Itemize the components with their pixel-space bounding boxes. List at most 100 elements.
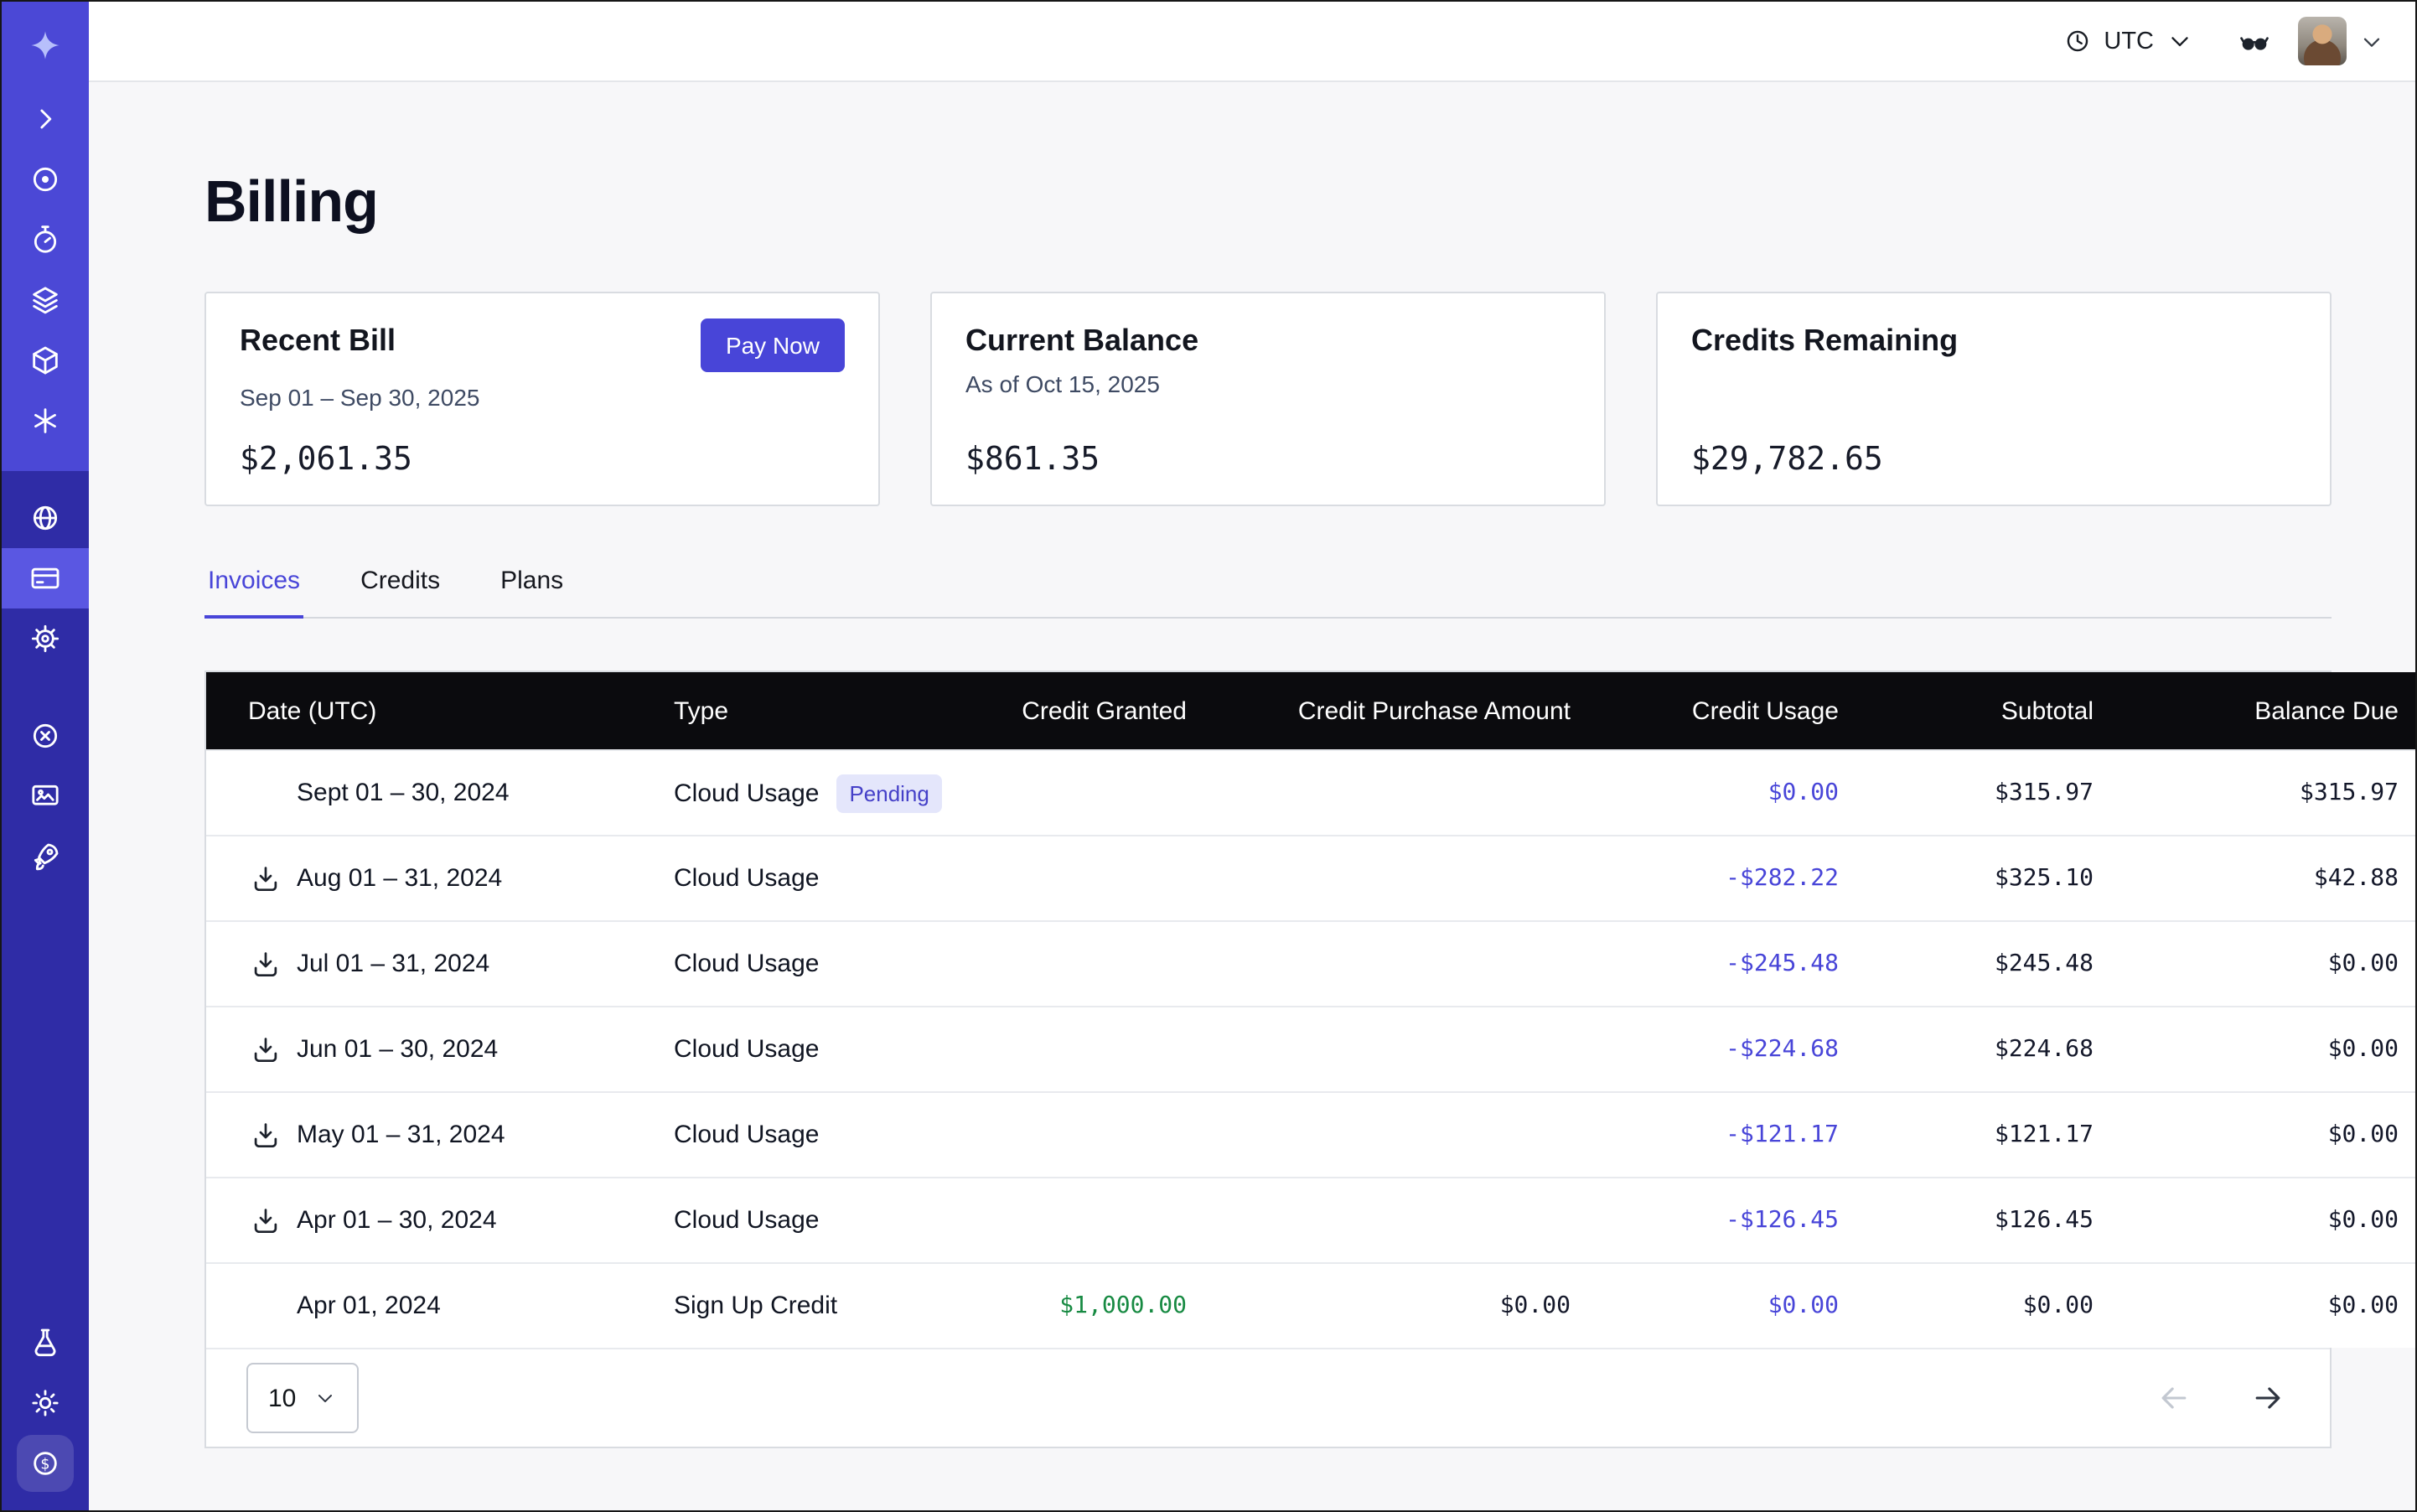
dollar-coin-icon[interactable]: $ [2, 1433, 89, 1494]
download-invoice-icon[interactable] [248, 1204, 282, 1237]
chevron-down-icon [313, 1386, 336, 1410]
download-invoice-icon[interactable] [248, 1118, 282, 1152]
col-date: Date (UTC) [206, 672, 672, 750]
credit-purchase-value [1188, 750, 1572, 836]
topbar: UTC [89, 2, 2415, 82]
rocket-icon[interactable] [2, 826, 89, 887]
credit-usage-value: -$126.45 [1572, 1178, 1840, 1263]
subtotal-value: $245.48 [1840, 921, 2095, 1007]
pay-now-button[interactable]: Pay Now [701, 318, 845, 372]
recent-bill-amount: $2,061.35 [240, 441, 845, 478]
sidebar-group-tools [2, 706, 89, 887]
globe-icon[interactable] [2, 488, 89, 548]
card-subtitle: As of Oct 15, 2025 [965, 370, 1571, 397]
page-content: Billing Recent Bill Pay Now Sep 01 – Sep… [89, 82, 2415, 1510]
invoice-date: Sept 01 – 30, 2024 [297, 779, 510, 807]
page-size-select[interactable]: 10 [246, 1363, 358, 1433]
summary-cards: Recent Bill Pay Now Sep 01 – Sep 30, 202… [204, 292, 2332, 506]
sidebar-spacer [2, 887, 89, 1313]
credit-purchase-value [1188, 1092, 1572, 1178]
layers-icon[interactable] [2, 270, 89, 330]
invoices-table: Date (UTC) Type Credit Granted Credit Pu… [204, 671, 2332, 1448]
radar-icon[interactable] [2, 149, 89, 210]
settings-gear-icon[interactable] [2, 608, 89, 669]
credit-purchase-value [1188, 1007, 1572, 1092]
subtotal-value: $121.17 [1840, 1092, 2095, 1178]
tab-credits[interactable]: Credits [357, 567, 443, 617]
invoice-date: Aug 01 – 31, 2024 [297, 864, 502, 893]
col-type: Type [672, 672, 927, 750]
balance-due-value: $42.88 [2095, 836, 2415, 921]
credit-usage-value: -$245.48 [1572, 921, 1840, 1007]
sidebar: $ [2, 2, 89, 1510]
balance-due-value: $0.00 [2095, 921, 2415, 1007]
previous-page-button[interactable] [2152, 1376, 2196, 1420]
tab-plans[interactable]: Plans [497, 567, 567, 617]
invoice-type: Cloud Usage [674, 779, 819, 807]
invoice-row: Jul 01 – 31, 2024Cloud Usage-$245.48$245… [206, 921, 2415, 1007]
credit-purchase-value: $0.00 [1188, 1263, 1572, 1348]
invoice-row: May 01 – 31, 2024Cloud Usage-$121.17$121… [206, 1092, 2415, 1178]
credit-granted-value [927, 750, 1188, 836]
expand-sidebar-chevron-icon[interactable] [2, 89, 89, 149]
col-credit-granted: Credit Granted [927, 672, 1188, 750]
table-header: Date (UTC) Type Credit Granted Credit Pu… [206, 672, 2415, 750]
credit-granted-value [927, 836, 1188, 921]
invoice-type: Cloud Usage [674, 950, 819, 979]
billing-credit-card-icon[interactable] [2, 548, 89, 608]
card-title: Current Balance [965, 324, 1198, 359]
pagination [2152, 1376, 2290, 1420]
dollar-coin-button: $ [17, 1435, 74, 1492]
timezone-label: UTC [2104, 28, 2154, 54]
main-area: UTC Billing Recent Bill Pay Now Se [89, 2, 2415, 1510]
user-menu-chevron-icon[interactable] [2358, 28, 2385, 54]
credit-granted-value [927, 921, 1188, 1007]
invoice-type: Cloud Usage [674, 1036, 819, 1064]
sun-icon[interactable] [2, 1373, 89, 1433]
subtotal-value: $224.68 [1840, 1007, 2095, 1092]
timer-icon[interactable] [2, 210, 89, 270]
invoice-row: Apr 01 – 30, 2024Cloud Usage-$126.45$126… [206, 1178, 2415, 1263]
invoice-type: Cloud Usage [674, 1207, 819, 1235]
invoice-date: Apr 01, 2024 [297, 1292, 441, 1320]
timezone-selector[interactable]: UTC [2063, 27, 2194, 55]
next-page-button[interactable] [2246, 1376, 2290, 1420]
status-badge: Pending [836, 774, 942, 812]
credit-granted-value [927, 1092, 1188, 1178]
card-title: Credits Remaining [1691, 324, 1958, 359]
balance-due-value: $0.00 [2095, 1178, 2415, 1263]
credit-usage-value: -$282.22 [1572, 836, 1840, 921]
download-invoice-icon[interactable] [248, 947, 282, 981]
invoice-table-body: Sept 01 – 30, 2024 Cloud Usage Pending $0.0… [206, 750, 2415, 1348]
balance-due-value: $0.00 [2095, 1007, 2415, 1092]
monitor-image-icon[interactable] [2, 766, 89, 826]
download-invoice-icon[interactable] [248, 862, 282, 895]
recent-bill-card: Recent Bill Pay Now Sep 01 – Sep 30, 202… [204, 292, 880, 506]
col-subtotal: Subtotal [1840, 672, 2095, 750]
tab-invoices[interactable]: Invoices [204, 567, 303, 619]
user-avatar[interactable] [2298, 17, 2347, 65]
invoice-type: Sign Up Credit [674, 1292, 837, 1321]
cube-icon[interactable] [2, 330, 89, 391]
flask-icon[interactable] [2, 1313, 89, 1373]
download-invoice-icon[interactable] [248, 1033, 282, 1066]
subtotal-value: $126.45 [1840, 1178, 2095, 1263]
x-circle-icon[interactable] [2, 706, 89, 766]
app-logo-icon[interactable] [2, 2, 89, 89]
asterisk-icon[interactable] [2, 391, 89, 451]
sidebar-group-footer: $ [2, 1313, 89, 1494]
col-credit-usage: Credit Usage [1572, 672, 1840, 750]
balance-due-value: $315.97 [2095, 750, 2415, 836]
credit-usage-value: -$224.68 [1572, 1007, 1840, 1092]
credit-usage-value: $0.00 [1572, 750, 1840, 836]
balance-due-value: $0.00 [2095, 1092, 2415, 1178]
glasses-icon[interactable] [2238, 24, 2271, 58]
invoice-row: Jun 01 – 30, 2024Cloud Usage-$224.68$224… [206, 1007, 2415, 1092]
col-balance-due: Balance Due [2095, 672, 2415, 750]
clock-icon [2063, 27, 2092, 55]
download-slot [248, 776, 282, 810]
credits-remaining-card: Credits Remaining $29,782.65 [1656, 292, 2332, 506]
invoice-type: Cloud Usage [674, 1121, 819, 1150]
subtotal-value: $315.97 [1840, 750, 2095, 836]
page-size-value: 10 [268, 1384, 296, 1412]
